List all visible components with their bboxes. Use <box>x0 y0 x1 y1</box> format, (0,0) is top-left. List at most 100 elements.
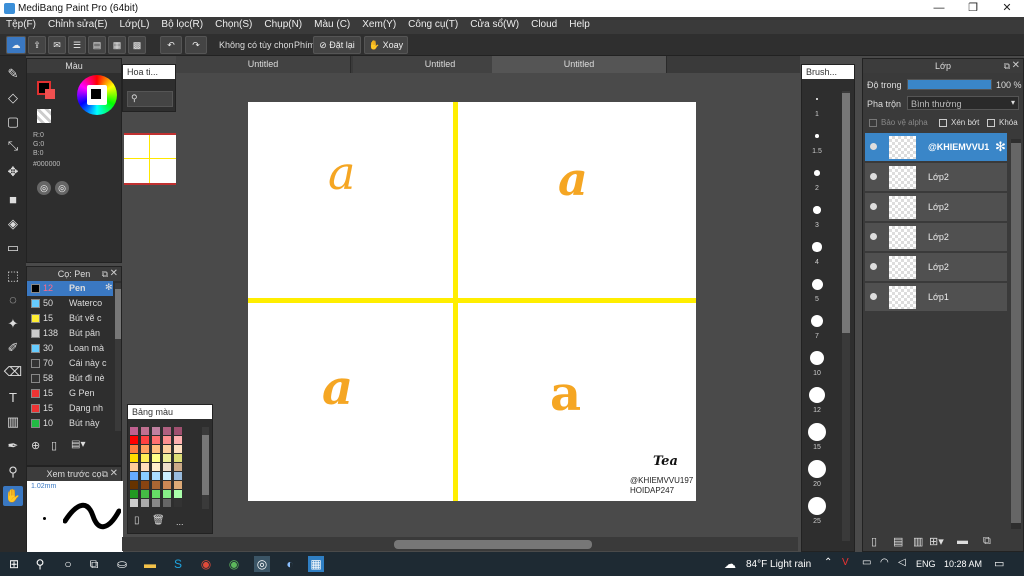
menu-file[interactable]: Tệp(F) <box>0 17 42 32</box>
palette-settings-icon[interactable]: ◎ <box>55 181 69 195</box>
brush-panel-close-icon[interactable]: ✕ <box>110 267 118 281</box>
palette-swatch[interactable] <box>152 472 160 480</box>
clock[interactable]: 10:28 AM <box>944 559 982 569</box>
horizontal-scrollbar[interactable] <box>122 537 798 551</box>
palette-swatch[interactable] <box>174 481 182 489</box>
palette-swatch[interactable] <box>130 445 138 453</box>
menu-edit[interactable]: Chỉnh sửa(E) <box>42 17 114 32</box>
eye-icon[interactable] <box>870 143 877 150</box>
palette-swatch[interactable] <box>152 463 160 471</box>
layer-row[interactable]: Lớp2 <box>865 253 1007 282</box>
layout-icon[interactable]: ▦ <box>108 36 126 54</box>
palette-swatch[interactable] <box>141 490 149 498</box>
palette-more[interactable]: ... <box>176 517 184 527</box>
palette-swatch[interactable] <box>174 499 182 507</box>
palette-swatch[interactable] <box>130 481 138 489</box>
eye-icon[interactable] <box>870 233 877 240</box>
trash-icon[interactable]: 🗑 <box>152 515 165 526</box>
eraser-tool-icon[interactable]: ◇ <box>3 88 23 108</box>
eye-icon[interactable] <box>870 203 877 210</box>
search-icon[interactable]: ⚲ <box>32 556 48 572</box>
duplicate-icon[interactable]: ⧉ <box>983 535 991 548</box>
brush-size-dot[interactable] <box>808 423 826 441</box>
brush-scrollbar[interactable] <box>115 283 121 431</box>
hand-tool-icon[interactable]: ✋ <box>3 486 23 506</box>
brush-item[interactable]: 15 Bút vẽ c <box>27 311 113 326</box>
palette-swatch[interactable] <box>152 481 160 489</box>
select-eraser-tool-icon[interactable]: ⌫ <box>3 362 23 382</box>
brush-tool-icon[interactable]: ✎ <box>3 64 23 84</box>
brush-item[interactable]: 30 Loan mà <box>27 341 113 356</box>
medibang-icon[interactable]: ◎ <box>254 556 270 572</box>
app-tray-icon[interactable]: V <box>842 557 849 568</box>
gear-icon[interactable]: ✻ <box>995 139 1006 155</box>
brush-size-dot[interactable] <box>816 98 818 100</box>
text-tool-icon[interactable]: T <box>3 388 23 408</box>
palette-swatch[interactable] <box>141 436 149 444</box>
palette-swatch[interactable] <box>152 454 160 462</box>
rotate-button[interactable]: ✋ Xoay <box>364 36 408 54</box>
palette-swatch[interactable] <box>174 436 182 444</box>
select-tool-icon[interactable]: ⬚ <box>3 266 23 286</box>
dock-icon[interactable]: ⧉ <box>102 467 108 481</box>
palette-grid[interactable] <box>130 427 196 509</box>
menu-window[interactable]: Cửa sổ(W) <box>464 17 525 32</box>
palette-swatch[interactable] <box>152 427 160 435</box>
brush-item[interactable]: 50 Waterco <box>27 296 113 311</box>
palette-swatch[interactable] <box>174 472 182 480</box>
palette-swatch[interactable] <box>163 427 171 435</box>
close-icon[interactable]: ✕ <box>990 0 1024 17</box>
weather-text[interactable]: 84°F Light rain <box>746 559 811 570</box>
secondary-color-swatch[interactable] <box>45 89 55 99</box>
menu-view[interactable]: Xem(Y) <box>356 17 402 32</box>
palette-swatch[interactable] <box>130 454 138 462</box>
eye-icon[interactable] <box>870 173 877 180</box>
navigator-thumbnail[interactable] <box>124 133 176 185</box>
brush-size-dot[interactable] <box>808 497 826 515</box>
palette-scrollbar[interactable] <box>202 427 209 509</box>
menu-color[interactable]: Màu (C) <box>308 17 356 32</box>
photos-icon[interactable]: ▦ <box>308 556 324 572</box>
magic-wand-tool-icon[interactable]: ✦ <box>3 314 23 334</box>
folder-icon[interactable]: ▬ <box>957 535 968 547</box>
eyedropper-tool-icon[interactable]: ⚲ <box>3 462 23 482</box>
dock-icon[interactable]: ⧉ <box>102 267 108 281</box>
palette-swatch[interactable] <box>152 436 160 444</box>
palette-icon[interactable]: ◎ <box>37 181 51 195</box>
lock-checkbox[interactable] <box>987 119 995 127</box>
palette-swatch[interactable] <box>174 463 182 471</box>
clip-checkbox[interactable] <box>939 119 947 127</box>
rectangle-tool-icon[interactable]: ▢ <box>3 112 23 132</box>
eye-icon[interactable] <box>870 263 877 270</box>
brush-size-dot[interactable] <box>810 314 824 328</box>
chevron-up-icon[interactable]: ⌃ <box>824 557 832 568</box>
drawing-canvas[interactable]: a a a a Tea @KHIEMVVU197 HOIDAP247 <box>248 102 696 501</box>
brush-size-scrollbar[interactable] <box>842 91 850 541</box>
add-layer-menu-icon[interactable]: ⊞▾ <box>929 535 944 548</box>
brush-item[interactable]: 10 Bút này <box>27 416 113 431</box>
brush-size-dot[interactable] <box>812 242 822 252</box>
new-brush-icon[interactable]: ▯ <box>51 439 65 453</box>
palette-swatch[interactable] <box>152 445 160 453</box>
menu-filter[interactable]: Bộ lọc(R) <box>155 17 209 32</box>
redo-icon[interactable]: ↷ <box>185 36 207 54</box>
zoom-field[interactable]: ⚲ <box>127 91 173 107</box>
chat-icon[interactable]: ☰ <box>68 36 86 54</box>
volume-icon[interactable]: ◁ <box>898 557 906 568</box>
brush-item[interactable]: 70 Cái này c <box>27 356 113 371</box>
cortana-icon[interactable]: ○ <box>60 556 76 572</box>
layer-row[interactable]: @KHIEMVVU1 ✻ <box>865 133 1007 162</box>
skype-icon[interactable]: S <box>170 556 186 572</box>
brush-size-dot[interactable] <box>815 134 819 138</box>
move-tool-icon[interactable]: ✥ <box>3 162 23 182</box>
horizontal-scroll-thumb[interactable] <box>394 540 592 549</box>
eye-icon[interactable] <box>870 293 877 300</box>
line-tool-icon[interactable]: ⤡ <box>3 136 23 156</box>
palette-swatch[interactable] <box>141 499 149 507</box>
brush-menu-icon[interactable]: ▤▾ <box>71 439 93 453</box>
palette-swatch[interactable] <box>130 472 138 480</box>
preview-close-icon[interactable]: ✕ <box>110 467 118 481</box>
palette-swatch[interactable] <box>163 499 171 507</box>
palette-swatch[interactable] <box>163 490 171 498</box>
menu-tools[interactable]: Công cụ(T) <box>402 17 464 32</box>
